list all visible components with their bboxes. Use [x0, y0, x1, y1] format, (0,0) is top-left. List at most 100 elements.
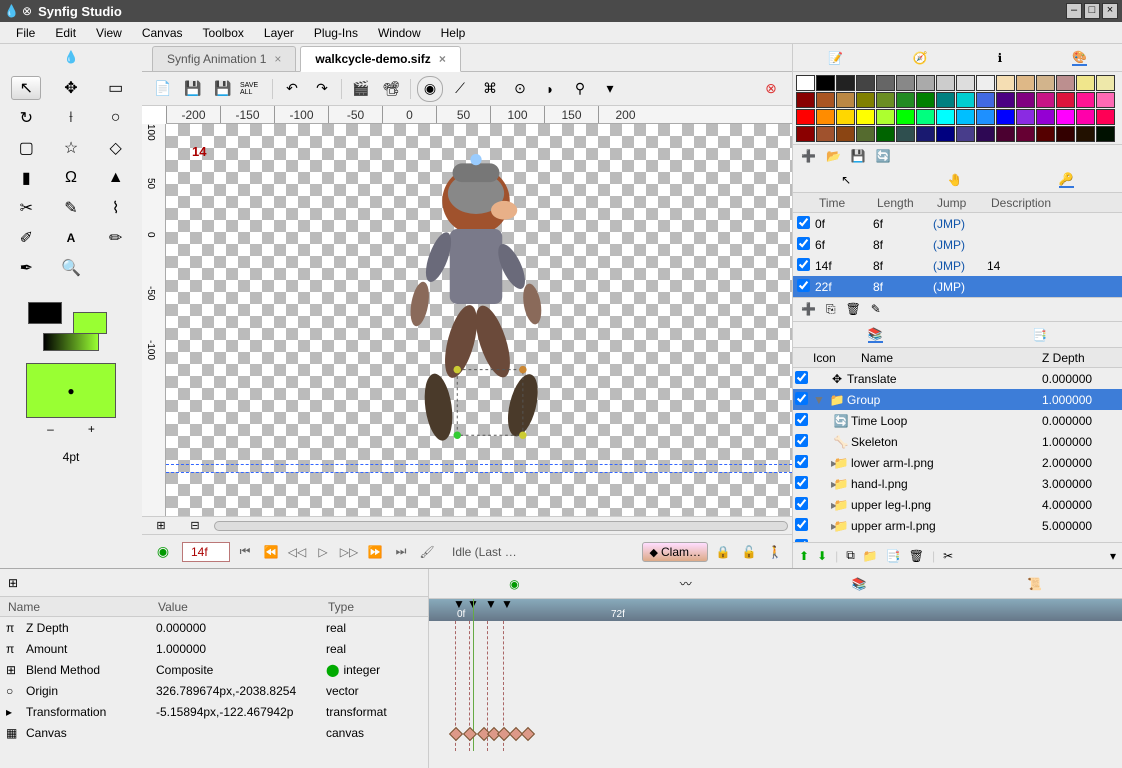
tool-mirror[interactable]: ⟊: [56, 106, 86, 130]
palette-color[interactable]: [936, 109, 955, 125]
canvas-scrollbar[interactable]: [214, 521, 788, 531]
layer-visible-checkbox[interactable]: [795, 392, 808, 405]
palette-color[interactable]: [996, 126, 1015, 142]
tool-width[interactable]: ✒: [11, 256, 41, 280]
kf-key-icon[interactable]: 🔑: [1059, 172, 1074, 188]
keyframe-row[interactable]: 6f8f(JMP): [793, 234, 1122, 255]
dropdown-button[interactable]: ▾: [597, 76, 623, 102]
menu-toolbox[interactable]: Toolbox: [193, 24, 254, 42]
palette-color[interactable]: [796, 92, 815, 108]
kf-checkbox[interactable]: [797, 258, 810, 271]
tab-close-icon[interactable]: ×: [439, 52, 446, 66]
menu-help[interactable]: Help: [431, 24, 476, 42]
keyframe-row[interactable]: 0f6f(JMP): [793, 213, 1122, 234]
palette-open-button[interactable]: 📂: [826, 149, 841, 163]
layer-row[interactable]: ▸📁upper leg-l.png4.000000: [793, 494, 1122, 515]
guides-button[interactable]: ⊙: [507, 76, 533, 102]
keyframe-row[interactable]: 14f8f(JMP)14: [793, 255, 1122, 276]
onion-button[interactable]: ◉: [417, 76, 443, 102]
kf-header-length[interactable]: Length: [871, 196, 931, 210]
layers-header-icon[interactable]: Icon: [813, 351, 861, 365]
param-row[interactable]: ▸Transformation-5.15894px,-122.467942ptr…: [0, 701, 428, 722]
close-tab-button[interactable]: ⊗: [758, 76, 784, 102]
saveas-button[interactable]: 💾: [210, 76, 236, 102]
seek-back-button[interactable]: ◁◁: [286, 541, 308, 563]
palette-color[interactable]: [936, 92, 955, 108]
kf-duplicate-button[interactable]: ⎘: [826, 302, 836, 317]
palette-color[interactable]: [1036, 126, 1055, 142]
palette-color[interactable]: [836, 75, 855, 91]
palette-color[interactable]: [956, 75, 975, 91]
snap-button[interactable]: ⟋: [447, 76, 473, 102]
palette-color[interactable]: [1056, 126, 1075, 142]
palette-color[interactable]: [916, 75, 935, 91]
tab-info-icon[interactable]: ℹ: [998, 51, 1003, 65]
tool-star[interactable]: ☆: [56, 136, 86, 160]
palette-color[interactable]: [896, 75, 915, 91]
layer-visible-checkbox[interactable]: [795, 413, 808, 426]
palette-color[interactable]: [816, 126, 835, 142]
tool-move[interactable]: ✥: [56, 76, 86, 100]
param-row[interactable]: ⊞Blend MethodComposite⬤integer: [0, 659, 428, 680]
menu-layer[interactable]: Layer: [254, 24, 304, 42]
palette-color[interactable]: [976, 92, 995, 108]
layer-row[interactable]: ▸📁hand-l.png3.000000: [793, 473, 1122, 494]
palette-color[interactable]: [916, 109, 935, 125]
layer-menu-button[interactable]: ▾: [1110, 549, 1116, 563]
menu-file[interactable]: File: [6, 24, 45, 42]
palette-color[interactable]: [796, 126, 815, 142]
brush-increase[interactable]: +: [88, 422, 95, 436]
brush-decrease[interactable]: –: [47, 422, 54, 436]
saveall-button[interactable]: SAVE ALL: [240, 76, 266, 102]
kf-checkbox[interactable]: [797, 216, 810, 229]
params-header-type[interactable]: Type: [320, 600, 362, 614]
seek-prev-kf-button[interactable]: ⏪: [260, 541, 282, 563]
palette-color[interactable]: [796, 75, 815, 91]
tool-rectangle[interactable]: ▢: [11, 136, 41, 160]
palette-color[interactable]: [1096, 75, 1115, 91]
palette-color[interactable]: [896, 126, 915, 142]
character-artwork[interactable]: [376, 154, 576, 454]
animate-toggle-button[interactable]: 🚶: [764, 541, 786, 563]
palette-color[interactable]: [856, 75, 875, 91]
layer-lower-button[interactable]: ⬇: [817, 549, 827, 563]
layer-raise-button[interactable]: ⬆: [799, 549, 809, 563]
menu-window[interactable]: Window: [368, 24, 431, 42]
palette-color[interactable]: [1016, 109, 1035, 125]
params-header-name[interactable]: Name: [0, 600, 150, 614]
tool-cut[interactable]: ✂: [11, 196, 41, 220]
menu-view[interactable]: View: [86, 24, 132, 42]
palette-color[interactable]: [896, 109, 915, 125]
param-row[interactable]: ○Origin326.789674px,-2038.8254vector: [0, 680, 428, 701]
layer-row[interactable]: 🔄Time Loop0.000000: [793, 410, 1122, 431]
palette-color[interactable]: [1056, 92, 1075, 108]
current-frame-input[interactable]: 14f: [182, 542, 230, 562]
palette-color[interactable]: [1016, 75, 1035, 91]
layer-cut-button[interactable]: ✂: [943, 549, 953, 563]
grid-button[interactable]: ⌘: [477, 76, 503, 102]
palette-color[interactable]: [816, 109, 835, 125]
palette-color[interactable]: [1056, 75, 1075, 91]
palette-color[interactable]: [1076, 109, 1095, 125]
palette-color[interactable]: [996, 75, 1015, 91]
save-button[interactable]: 💾: [180, 76, 206, 102]
tool-text[interactable]: A: [56, 226, 86, 250]
palette-color[interactable]: [836, 109, 855, 125]
timeline-tracks[interactable]: [429, 621, 1122, 751]
preview-button[interactable]: 📽: [378, 76, 404, 102]
palette-color[interactable]: [936, 126, 955, 142]
kf-add-button[interactable]: ➕: [801, 302, 816, 317]
layer-row[interactable]: ▸📁upper arm-l.png5.000000: [793, 515, 1122, 536]
palette-color[interactable]: [956, 92, 975, 108]
palette-color[interactable]: [856, 92, 875, 108]
tool-bucket[interactable]: ▲: [101, 166, 131, 190]
layer-visible-checkbox[interactable]: [795, 476, 808, 489]
seek-next-kf-button[interactable]: ⏩: [364, 541, 386, 563]
layer-row[interactable]: 🦴Skeleton1.000000: [793, 431, 1122, 452]
palette-color[interactable]: [1076, 92, 1095, 108]
kf-hand-icon[interactable]: 🤚: [948, 173, 963, 187]
layer-new-button[interactable]: 📁: [863, 549, 878, 563]
palette-color[interactable]: [816, 92, 835, 108]
redo-button[interactable]: ↷: [309, 76, 335, 102]
gradient-preview[interactable]: [43, 333, 99, 351]
